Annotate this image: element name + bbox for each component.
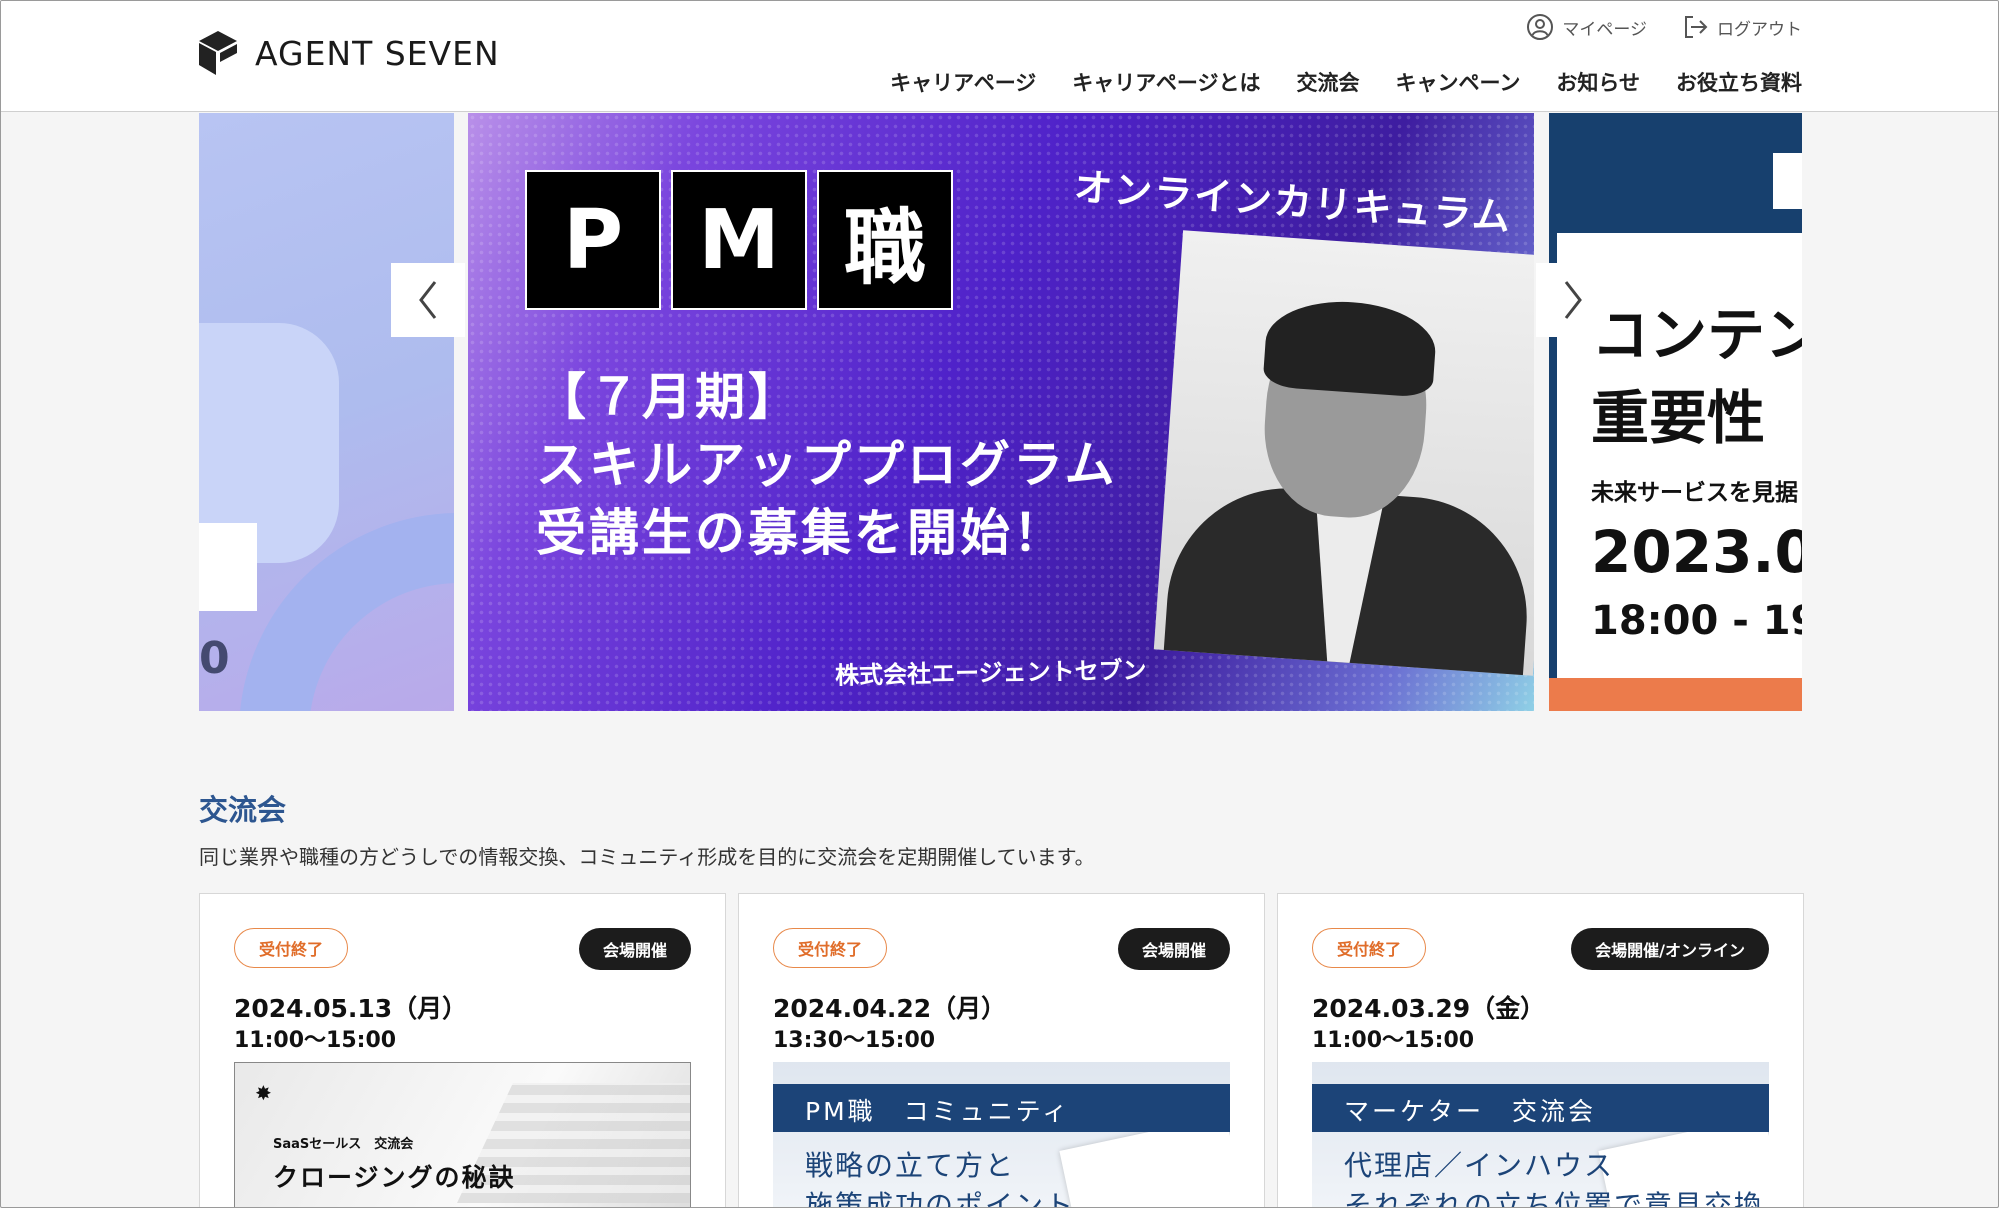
slide-next-bottom-bar: [1549, 678, 1802, 711]
section-description: 同じ業界や職種の方どうしでの情報交換、コミュニティ形成を目的に交流会を定期開催し…: [199, 845, 1095, 869]
event-type-badge: 会場開催/オンライン: [1571, 928, 1769, 970]
speech-bubble-icon: [1773, 153, 1802, 209]
event-card[interactable]: 受付終了 会場開催 2024.04.22（月） 13:30〜15:00 PM職 …: [738, 893, 1265, 1208]
pm-box-shoku: 職: [817, 170, 953, 310]
nav-networking[interactable]: 交流会: [1296, 67, 1359, 97]
slide-next-topbar: [1549, 113, 1802, 233]
nav-about-career-page[interactable]: キャリアページとは: [1072, 67, 1260, 97]
thumbnail-subtitle: SaaSセールス 交流会: [273, 1137, 414, 1152]
section-title: 交流会: [199, 793, 287, 827]
carousel-prev-button[interactable]: [391, 263, 465, 337]
user-circle-icon: [1527, 14, 1554, 40]
event-time: 13:30〜15:00: [773, 1028, 936, 1053]
thumbnail-band: PM職 コミュニティ: [773, 1084, 1230, 1132]
status-badge: 受付終了: [1312, 928, 1427, 968]
pm-box-m: M: [671, 170, 807, 310]
event-thumbnail[interactable]: ✸ SaaSセールス 交流会 クロージングの秘訣: [234, 1062, 691, 1207]
hero-carousel: 0 P M 職 オンラインカリキュラム 【７月期】 スキルアッププログラム 受講…: [199, 113, 1802, 711]
event-type-badge: 会場開催: [1117, 928, 1230, 970]
logo[interactable]: AGENT SEVEN: [199, 31, 500, 75]
logout-icon: [1685, 16, 1708, 38]
slide-next-line-1: コンテン: [1591, 301, 1802, 369]
carousel-next-button[interactable]: [1536, 263, 1610, 337]
event-time: 11:00〜15:00: [1312, 1028, 1475, 1053]
mypage-label: マイページ: [1562, 19, 1647, 40]
carousel-slide-active[interactable]: P M 職 オンラインカリキュラム 【７月期】 スキルアッププログラム 受講生の…: [468, 113, 1534, 711]
slide-company: 株式会社エージェントセブン: [834, 656, 1147, 690]
thumbnail-line-2: それぞれの立ち位置で意見交換: [1344, 1189, 1765, 1208]
chevron-left-icon: [419, 281, 437, 319]
thumbnail-band-text: マーケター 交流会: [1344, 1097, 1597, 1126]
event-card[interactable]: 受付終了 会場開催/オンライン 2024.03.29（金） 11:00〜15:0…: [1277, 893, 1804, 1208]
thumbnail-line-1: 代理店／インハウス: [1344, 1149, 1615, 1182]
logout-label: ログアウト: [1717, 19, 1802, 40]
mypage-link[interactable]: マイページ: [1526, 13, 1647, 41]
event-date: 2024.04.22（月）: [773, 994, 1007, 1023]
logo-text: AGENT SEVEN: [255, 33, 500, 73]
carousel-slide-next[interactable]: コンテン 重要性 未来サービスを見据 2023.05 18:00 - 19:3: [1549, 113, 1802, 711]
pm-box-p: P: [525, 170, 661, 310]
event-type-badge: 会場開催: [578, 928, 691, 970]
logout-link[interactable]: ログアウト: [1681, 13, 1802, 41]
nav-resources[interactable]: お役立ち資料: [1676, 67, 1802, 97]
event-date: 2024.03.29（金）: [1312, 994, 1546, 1023]
speaker-photo: [1153, 230, 1534, 676]
headline-line-1: 【７月期】: [536, 368, 801, 426]
decorative-block: [199, 523, 257, 611]
headline-line-2: スキルアッププログラム: [536, 436, 1118, 494]
headline-line-3: 受講生の募集を開始！: [536, 504, 1066, 562]
event-thumbnail[interactable]: マーケター 交流会 代理店／インハウス それぞれの立ち位置で意見交換: [1312, 1062, 1769, 1208]
slide-prev-text: 0: [199, 633, 230, 684]
slide-headline: 【７月期】 スキルアッププログラム 受講生の募集を開始！: [536, 363, 1118, 567]
slide-next-line-3: 未来サービスを見据: [1591, 480, 1798, 506]
event-card[interactable]: 受付終了 会場開催 2024.05.13（月） 11:00〜15:00 ✸ Sa…: [199, 893, 726, 1207]
thumbnail-text: 代理店／インハウス それぞれの立ち位置で意見交換: [1344, 1146, 1765, 1208]
status-badge: 受付終了: [234, 928, 349, 968]
nav-news[interactable]: お知らせ: [1556, 67, 1640, 97]
logo-cube-icon: [199, 31, 237, 75]
thumbnail-band-text: PM職 コミュニティ: [805, 1097, 1071, 1126]
chevron-right-icon: [1564, 281, 1582, 319]
thumbnail-title: クロージングの秘訣: [273, 1163, 516, 1192]
slide-next-time: 18:00 - 19:3: [1591, 598, 1802, 644]
carousel-slide-prev[interactable]: 0: [199, 113, 454, 711]
page-frame: AGENT SEVEN マイページ ログアウト キャリアページ キャリアページと…: [0, 0, 1999, 1208]
thumbnail-line-2: 施策成功のポイント: [805, 1189, 1076, 1208]
thumbnail-band: マーケター 交流会: [1312, 1084, 1769, 1132]
global-nav: キャリアページ キャリアページとは 交流会 キャンペーン お知らせ お役立ち資料: [890, 67, 1802, 97]
thumbnail-line-1: 戦略の立て方と: [805, 1149, 1016, 1182]
event-time: 11:00〜15:00: [234, 1028, 397, 1053]
event-thumbnail[interactable]: PM職 コミュニティ 戦略の立て方と 施策成功のポイント: [773, 1062, 1230, 1208]
nav-campaign[interactable]: キャンペーン: [1395, 67, 1520, 97]
slide-next-line-2: 重要性: [1591, 384, 1766, 452]
slide-next-date: 2023.05: [1591, 518, 1802, 586]
photo-hair: [1262, 296, 1439, 399]
site-header: AGENT SEVEN マイページ ログアウト キャリアページ キャリアページと…: [1, 1, 1998, 112]
nav-career-page[interactable]: キャリアページ: [890, 67, 1036, 97]
thumbnail-text: 戦略の立て方と 施策成功のポイント: [805, 1146, 1076, 1208]
event-date: 2024.05.13（月）: [234, 994, 468, 1023]
status-badge: 受付終了: [773, 928, 888, 968]
utility-nav: マイページ ログアウト: [1526, 13, 1802, 41]
star-icon: ✸: [255, 1081, 272, 1105]
